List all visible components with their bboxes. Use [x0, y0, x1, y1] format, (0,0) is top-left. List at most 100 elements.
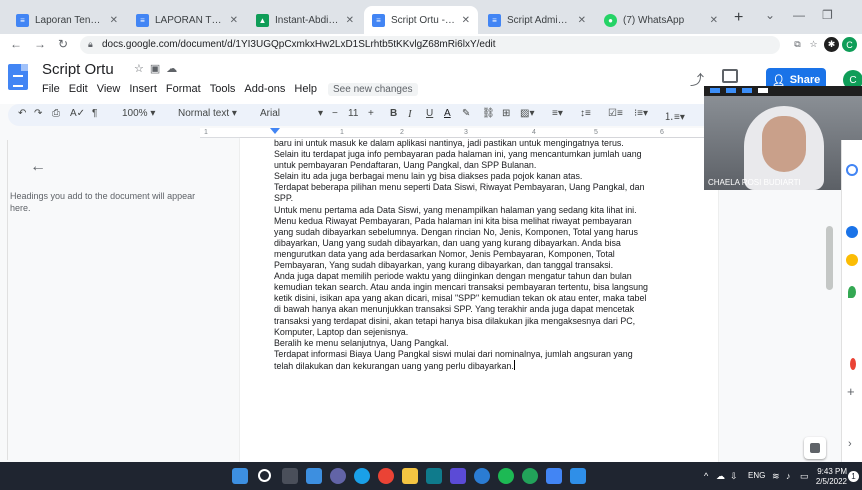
usb-icon[interactable]: ⇩ [730, 471, 738, 482]
wifi-icon[interactable]: ≋ [772, 471, 780, 482]
menu-edit[interactable]: Edit [69, 83, 88, 96]
close-tab-icon[interactable]: ✕ [230, 15, 238, 26]
vertical-scrollbar[interactable] [826, 226, 833, 290]
increase-font-size-icon[interactable]: + [368, 108, 374, 119]
menu-format[interactable]: Format [166, 83, 201, 96]
system-clock[interactable]: 9:43 PM 2/5/2022 [815, 467, 847, 487]
horizontal-ruler[interactable]: 1 1 2 3 4 5 6 [200, 128, 705, 138]
undo-icon[interactable]: ↶ [18, 108, 26, 119]
menu-tools[interactable]: Tools [210, 83, 236, 96]
close-outline-arrow-icon[interactable]: ← [30, 158, 46, 176]
explore-button[interactable] [804, 437, 826, 459]
app-icon[interactable] [522, 468, 538, 484]
webcam-control-button[interactable] [726, 88, 736, 93]
extension-icon[interactable]: ✱ [824, 37, 839, 52]
expand-panel-chevron-icon[interactable]: › [848, 438, 852, 450]
zoom-select[interactable]: 100% ▾ [122, 108, 155, 119]
app-icon[interactable] [570, 468, 586, 484]
tray-chevron-icon[interactable]: ^ [704, 471, 708, 481]
webcam-layout-button[interactable] [758, 88, 768, 93]
star-icon[interactable]: ☆ [134, 63, 150, 75]
font-dropdown-icon[interactable]: ▾ [318, 108, 323, 119]
teams-chat-icon[interactable] [330, 468, 346, 484]
close-tab-icon[interactable]: ✕ [462, 15, 470, 26]
font-size-input[interactable]: 11 [348, 108, 358, 119]
align-icon[interactable]: ≡▾ [552, 108, 563, 119]
profile-avatar-icon[interactable]: C [842, 37, 857, 52]
style-select[interactable]: Normal text ▾ [178, 108, 237, 119]
install-app-icon[interactable]: ⧉ [790, 37, 805, 52]
bold-icon[interactable]: B [390, 108, 397, 119]
docs-logo-icon[interactable] [8, 64, 28, 90]
volume-icon[interactable]: ♪ [786, 471, 791, 481]
tab-search-chevron-icon[interactable]: ⌄ [765, 8, 775, 22]
app-icon[interactable] [474, 468, 490, 484]
browser-tab[interactable]: ≡ LAPORAN TENGAH ✕ [128, 6, 246, 34]
last-edit-link[interactable]: See new changes [328, 83, 418, 96]
minimize-icon[interactable]: — [793, 8, 805, 22]
comment-history-icon[interactable] [722, 69, 738, 83]
menu-view[interactable]: View [97, 83, 121, 96]
url-field[interactable]: 🔒︎ docs.google.com/document/d/1YI3UGQpCx… [80, 36, 780, 54]
menu-insert[interactable]: Insert [129, 83, 157, 96]
add-addon-icon[interactable]: + [847, 384, 855, 399]
bookmark-star-icon[interactable]: ☆ [806, 37, 821, 52]
app-icon[interactable] [546, 468, 562, 484]
comment-icon[interactable]: ⊞ [502, 108, 510, 119]
browser-tab-active[interactable]: ≡ Script Ortu - Googl ✕ [364, 6, 478, 34]
indent-marker[interactable] [270, 128, 280, 134]
task-view-icon[interactable] [282, 468, 298, 484]
redo-icon[interactable]: ↷ [34, 108, 42, 119]
paint-format-icon[interactable]: ¶ [92, 108, 97, 119]
webcam-control-button[interactable] [742, 88, 752, 93]
link-icon[interactable]: ⛓︎ [482, 108, 495, 119]
webcam-control-button[interactable] [710, 88, 720, 93]
cloud-icon[interactable]: ☁︎ [716, 471, 725, 482]
browser-tab[interactable]: ≡ Laporan Tengah - A ✕ [8, 6, 126, 34]
browser-tab[interactable]: ≡ Script Admin - Goo ✕ [480, 6, 594, 34]
menu-help[interactable]: Help [294, 83, 317, 96]
close-tab-icon[interactable]: ✕ [578, 15, 586, 26]
reload-icon[interactable]: ↻ [58, 37, 68, 51]
webcam-overlay[interactable]: CHAELA ROSI BUDIARTI [704, 86, 862, 190]
browser-tab[interactable]: ▲ Instant-Abdimas ✕ [248, 6, 362, 34]
back-arrow-icon[interactable]: ← [10, 37, 22, 51]
windows-start-icon[interactable] [232, 468, 248, 484]
tasks-icon[interactable] [846, 226, 858, 238]
widgets-icon[interactable] [306, 468, 322, 484]
document-page[interactable]: baru ini untuk masuk ke dalam aplikasi n… [240, 138, 718, 462]
app-icon[interactable] [450, 468, 466, 484]
print-icon[interactable]: ⎙ [52, 108, 60, 119]
document-body[interactable]: baru ini untuk masuk ke dalam aplikasi n… [274, 138, 694, 372]
close-tab-icon[interactable]: ✕ [346, 15, 354, 26]
spotify-icon[interactable] [498, 468, 514, 484]
decrease-font-size-icon[interactable]: − [332, 108, 338, 119]
spellcheck-icon[interactable]: A✓ [70, 108, 85, 119]
italic-icon[interactable]: I [408, 108, 412, 120]
close-tab-icon[interactable]: ✕ [710, 15, 718, 26]
line-spacing-icon[interactable]: ↕≡ [580, 108, 591, 119]
search-icon[interactable] [258, 469, 271, 482]
battery-icon[interactable]: ▭ [800, 471, 809, 482]
chrome-icon[interactable] [378, 468, 394, 484]
highlight-icon[interactable]: ✎ [462, 108, 470, 119]
cloud-status-icon[interactable]: ☁︎ [166, 63, 183, 75]
bulleted-list-icon[interactable]: ⁝≡▾ [634, 108, 648, 119]
browser-tab[interactable]: ● (7) WhatsApp ✕ [596, 6, 726, 34]
forward-arrow-icon[interactable]: → [34, 37, 46, 51]
maximize-icon[interactable]: ❐ [822, 8, 833, 22]
new-tab-icon[interactable]: + [734, 9, 743, 27]
close-tab-icon[interactable]: ✕ [110, 15, 118, 26]
menu-addons[interactable]: Add-ons [244, 83, 285, 96]
addon-icon[interactable] [850, 358, 856, 370]
keep-icon[interactable] [846, 254, 858, 266]
activity-dashboard-icon[interactable]: ⤴ [690, 70, 704, 90]
notification-badge[interactable]: 1 [848, 471, 859, 482]
calendar-icon[interactable] [846, 164, 858, 176]
menu-file[interactable]: File [42, 83, 60, 96]
language-indicator[interactable]: ENG [748, 471, 765, 480]
mail-icon[interactable] [426, 468, 442, 484]
underline-icon[interactable]: U [426, 108, 433, 119]
maps-icon[interactable] [848, 286, 856, 298]
font-select[interactable]: Arial [260, 108, 280, 119]
